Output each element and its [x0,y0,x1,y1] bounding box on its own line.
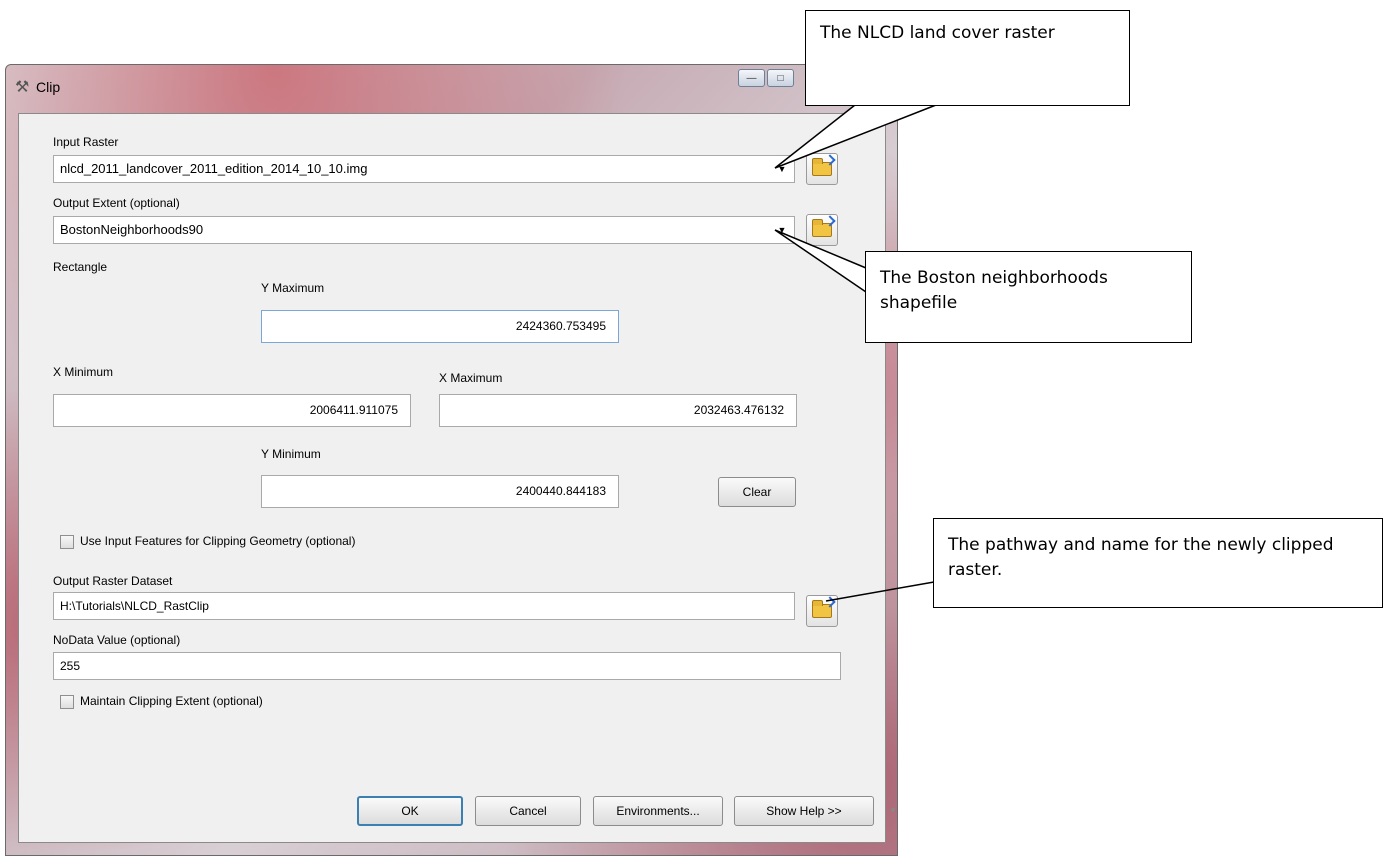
y-minimum-input[interactable]: 2400440.844183 [261,475,619,508]
open-folder-icon [812,219,832,237]
scroll-down-arrow-icon[interactable]: ▼ [889,806,897,815]
output-extent-value: BostonNeighborhoods90 [60,222,204,237]
cancel-button[interactable]: Cancel [475,796,581,826]
show-help-button[interactable]: Show Help >> [734,796,874,826]
input-raster-browse-button[interactable] [806,153,838,185]
output-extent-browse-button[interactable] [806,214,838,246]
y-maximum-label: Y Maximum [261,281,325,295]
minimize-button[interactable]: — [738,69,765,87]
title-bar[interactable]: ⚒ Clip — □ [6,65,897,115]
window-controls: — □ [738,69,796,87]
nodata-input[interactable]: 255 [53,652,841,680]
x-maximum-label: X Maximum [439,371,503,385]
input-raster-dropdown[interactable]: nlcd_2011_landcover_2011_edition_2014_10… [53,155,795,183]
clear-button[interactable]: Clear [718,477,796,507]
open-folder-icon [812,158,832,176]
output-callout: The pathway and name for the newly clipp… [933,518,1383,608]
nlcd-callout: The NLCD land cover raster [805,10,1130,106]
input-raster-value: nlcd_2011_landcover_2011_edition_2014_10… [60,161,368,176]
y-maximum-input[interactable]: 2424360.753495 [261,310,619,343]
hammer-icon: ⚒ [15,79,30,96]
dropdown-arrow-icon[interactable]: ▼ [774,161,790,177]
maximize-button[interactable]: □ [767,69,794,87]
y-minimum-label: Y Minimum [261,447,321,461]
maintain-extent-checkbox[interactable] [60,695,74,709]
window-title: Clip [36,79,61,95]
use-input-features-label: Use Input Features for Clipping Geometry… [80,534,356,548]
output-extent-label: Output Extent (optional) [53,196,180,210]
boston-callout: The Boston neighborhoods shapefile [865,251,1192,343]
nodata-label: NoData Value (optional) [53,633,181,647]
use-input-features-checkbox[interactable] [60,535,74,549]
x-maximum-input[interactable]: 2032463.476132 [439,394,797,427]
output-raster-browse-button[interactable] [806,595,838,627]
output-extent-dropdown[interactable]: BostonNeighborhoods90 ▼ [53,216,795,244]
input-raster-label: Input Raster [53,135,119,149]
clip-dialog-window: ⚒ Clip — □ Input Raster nlcd_2011_landco… [5,64,898,856]
open-folder-icon [812,600,832,618]
environments-button[interactable]: Environments... [593,796,723,826]
maintain-extent-label: Maintain Clipping Extent (optional) [80,694,263,708]
x-minimum-input[interactable]: 2006411.911075 [53,394,411,427]
rectangle-label: Rectangle [53,260,108,274]
ok-button[interactable]: OK [357,796,463,826]
dropdown-arrow-icon[interactable]: ▼ [774,222,790,238]
output-raster-input[interactable]: H:\Tutorials\NLCD_RastClip [53,592,795,620]
output-raster-label: Output Raster Dataset [53,574,173,588]
dialog-body: Input Raster nlcd_2011_landcover_2011_ed… [18,113,897,843]
x-minimum-label: X Minimum [53,365,114,379]
